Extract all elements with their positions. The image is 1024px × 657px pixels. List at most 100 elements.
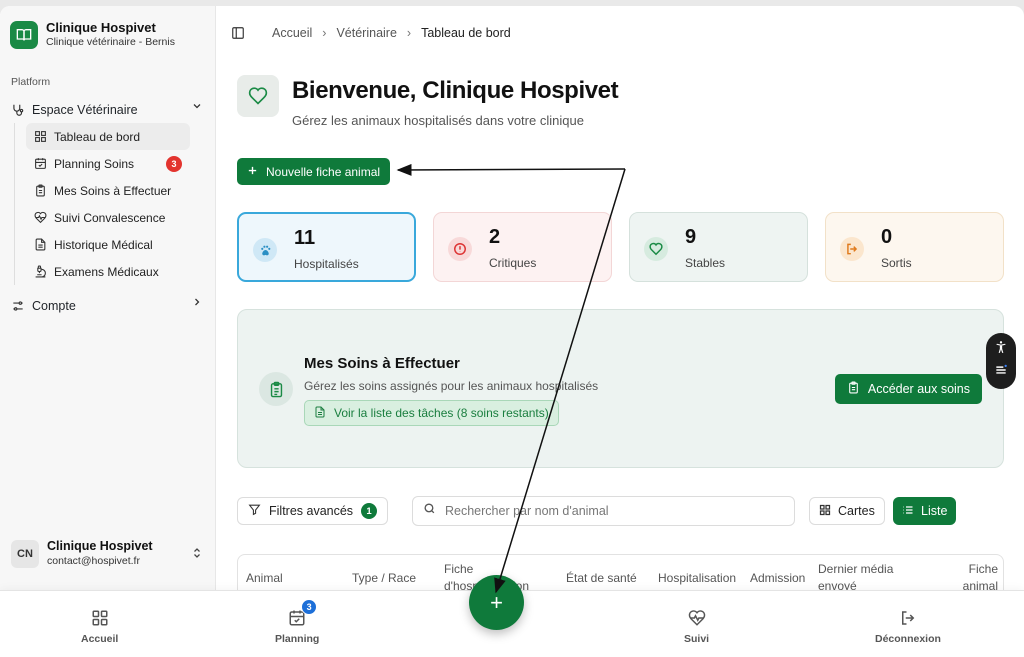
page-title: Bienvenue, Clinique Hospivet [292, 77, 619, 104]
stat-label: Critiques [489, 256, 537, 270]
bottom-nav-deconnexion[interactable]: Déconnexion [875, 607, 941, 645]
heart-pulse-icon [686, 607, 708, 629]
sidebar: Clinique Hospivet Clinique vétérinaire -… [0, 6, 216, 596]
avatar: CN [11, 539, 39, 568]
app-window: Clinique Hospivet Clinique vétérinaire -… [0, 6, 1024, 657]
breadcrumb: Accueil › Vétérinaire › Tableau de bord [272, 26, 511, 40]
search-icon [423, 502, 436, 520]
log-out-icon [897, 607, 919, 629]
bottom-nav-suivi[interactable]: Suivi [684, 607, 709, 645]
bottom-nav-accueil[interactable]: Accueil [81, 607, 118, 645]
sidebar-item-label: Suivi Convalescence [54, 210, 166, 225]
column-header[interactable]: Hospitalisation [658, 570, 736, 587]
nav-group-espace-veterinaire[interactable]: Espace Vétérinaire [11, 100, 203, 120]
sidebar-toggle-icon[interactable] [231, 26, 245, 40]
view-cards-label: Cartes [838, 504, 875, 518]
view-list-button[interactable]: Liste [893, 497, 957, 525]
filters-label: Filtres avancés [269, 504, 354, 518]
view-list-label: Liste [921, 504, 948, 518]
stat-label: Hospitalisés [294, 257, 359, 271]
bottom-nav-planning[interactable]: 3 Planning [275, 599, 320, 645]
task-list-label: Voir la liste des tâches (8 soins restan… [334, 406, 549, 420]
list-icon [902, 504, 914, 519]
bottom-nav-label: Planning [275, 633, 320, 645]
stat-card-sortis[interactable]: 0 Sortis [825, 212, 1004, 282]
chevron-right-icon: › [406, 26, 412, 40]
task-list-link[interactable]: Voir la liste des tâches (8 soins restan… [304, 400, 559, 426]
user-email: contact@hospivet.fr [47, 555, 140, 567]
sliders-icon [11, 299, 27, 313]
brand[interactable]: Clinique Hospivet Clinique vétérinaire -… [10, 20, 175, 49]
log-out-icon [840, 237, 864, 261]
clipboard-icon [847, 381, 860, 397]
stat-value: 2 [489, 226, 501, 248]
sidebar-item-mes-soins[interactable]: Mes Soins à Effectuer [26, 177, 190, 204]
breadcrumb-current: Tableau de bord [421, 26, 511, 40]
heart-pulse-icon [33, 211, 47, 225]
sidebar-item-label: Historique Médical [54, 237, 153, 252]
view-cards-button[interactable]: Cartes [809, 497, 885, 525]
stat-label: Sortis [881, 256, 912, 270]
book-icon [10, 20, 38, 49]
brand-subtitle: Clinique vétérinaire - Bernis [46, 36, 175, 48]
heart-icon [237, 75, 279, 117]
soins-panel: Mes Soins à Effectuer Gérez les soins as… [237, 309, 1004, 468]
calendar-check-icon: 3 [286, 599, 318, 629]
menu-icon [994, 363, 1008, 382]
stat-value: 9 [685, 226, 697, 248]
user-menu[interactable]: CN Clinique Hospivet contact@hospivet.fr [11, 539, 203, 568]
notification-badge: 3 [166, 156, 182, 172]
stat-card-hospitalises[interactable]: 11 Hospitalisés [237, 212, 416, 282]
plus-icon [247, 165, 258, 179]
calendar-check-icon [33, 157, 47, 171]
breadcrumb-accueil[interactable]: Accueil [272, 26, 312, 40]
access-soins-button[interactable]: Accéder aux soins [834, 374, 982, 404]
bottom-nav-label: Suivi [684, 633, 710, 645]
bottom-nav-label: Accueil [81, 633, 119, 645]
brand-title: Clinique Hospivet [46, 20, 156, 35]
sidebar-item-historique-medical[interactable]: Historique Médical [26, 231, 190, 258]
column-header[interactable]: Type / Race [352, 570, 416, 587]
chevron-right-icon: › [322, 26, 327, 40]
grid-icon [89, 607, 111, 629]
subnav: Tableau de bord Planning Soins 3 Mes Soi… [14, 123, 190, 285]
sidebar-item-label: Mes Soins à Effectuer [54, 183, 172, 198]
column-header[interactable]: Admission [750, 570, 805, 587]
clipboard-icon [33, 184, 47, 198]
search-box[interactable] [412, 496, 795, 526]
sidebar-item-label: Planning Soins [54, 156, 135, 171]
chevron-down-icon [191, 100, 203, 115]
column-header[interactable]: Animal [246, 570, 283, 587]
soins-subtitle: Gérez les soins assignés pour les animau… [304, 379, 599, 393]
sidebar-item-tableau-de-bord[interactable]: Tableau de bord [26, 123, 190, 150]
user-name: Clinique Hospivet [47, 539, 153, 553]
nav-group-label: Compte [32, 299, 76, 313]
breadcrumb-veterinaire[interactable]: Vétérinaire [336, 26, 396, 40]
page-subtitle: Gérez les animaux hospitalisés dans votr… [292, 113, 584, 128]
advanced-filters-button[interactable]: Filtres avancés 1 [237, 497, 389, 525]
soins-title: Mes Soins à Effectuer [304, 355, 460, 372]
nav-group-compte[interactable]: Compte [11, 296, 203, 316]
column-header[interactable]: État de santé [566, 570, 637, 587]
new-animal-label: Nouvelle fiche animal [266, 164, 381, 179]
stat-card-stables[interactable]: 9 Stables [629, 212, 808, 282]
section-label: Platform [11, 76, 51, 88]
file-text-icon [33, 238, 47, 252]
sidebar-item-suivi-convalescence[interactable]: Suivi Convalescence [26, 204, 190, 231]
stat-value: 11 [294, 227, 316, 249]
search-input[interactable] [445, 504, 775, 518]
bottom-nav-label: Déconnexion [875, 633, 941, 645]
accessibility-widget[interactable] [986, 333, 1016, 389]
add-fab-button[interactable]: + [469, 575, 524, 630]
stat-card-critiques[interactable]: 2 Critiques [433, 212, 612, 282]
grid-icon [819, 504, 831, 519]
sidebar-item-examens-medicaux[interactable]: Examens Médicaux [26, 258, 190, 285]
new-animal-button[interactable]: Nouvelle fiche animal [237, 158, 391, 185]
nav-group-label: Espace Vétérinaire [32, 103, 138, 117]
filters-count-badge: 1 [361, 503, 378, 519]
sidebar-item-planning-soins[interactable]: Planning Soins 3 [26, 150, 190, 177]
chevrons-up-down-icon [191, 546, 203, 563]
main-content: Accueil › Vétérinaire › Tableau de bord … [217, 6, 1024, 596]
stat-label: Stables [685, 256, 726, 270]
planning-badge: 3 [301, 599, 318, 615]
